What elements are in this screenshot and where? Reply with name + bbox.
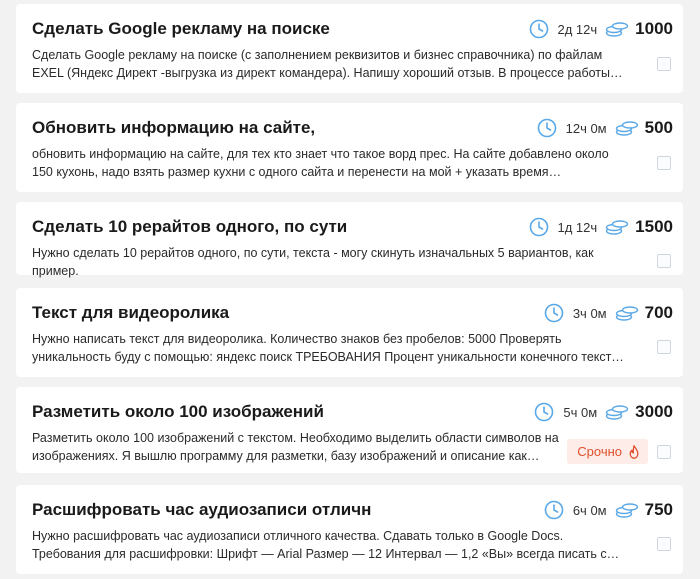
- task-meta: 2д 12ч 1000: [529, 17, 673, 41]
- clock-icon: [529, 217, 548, 237]
- task-checkbox[interactable]: [657, 57, 671, 71]
- task-feed: Сделать Google рекламу на поиске 2д 12ч …: [0, 0, 700, 579]
- clock-icon: [529, 19, 548, 39]
- coins-icon: [605, 220, 629, 235]
- task-price: 700: [644, 303, 673, 322]
- task-description: Нужно расшифровать час аудиозаписи отлич…: [32, 529, 607, 561]
- task-title[interactable]: Текст для видеоролика: [32, 303, 229, 323]
- task-checkbox[interactable]: [657, 340, 671, 354]
- task-checkbox[interactable]: [657, 156, 671, 170]
- task-card[interactable]: Сделать Google рекламу на поиске 2д 12ч …: [16, 4, 683, 93]
- task-meta: 3ч 0м 700: [544, 301, 673, 325]
- task-meta: 1д 12ч 1500: [529, 215, 673, 239]
- task-card[interactable]: Текст для видеоролика 3ч 0м 700 Нужно на…: [16, 288, 683, 377]
- task-checkbox[interactable]: [657, 445, 671, 459]
- task-checkbox[interactable]: [657, 537, 671, 551]
- urgent-badge-label: Срочно: [577, 444, 622, 459]
- task-title[interactable]: Расшифровать час аудиозаписи отличн: [32, 500, 371, 520]
- task-title[interactable]: Сделать Google рекламу на поиске: [32, 19, 330, 39]
- task-price: 750: [644, 500, 673, 519]
- task-duration: 6ч 0м: [572, 502, 607, 518]
- coins-icon: [615, 503, 638, 518]
- task-duration: 2д 12ч: [557, 21, 598, 37]
- task-checkbox[interactable]: [657, 254, 671, 268]
- task-duration: 5ч 0м: [563, 404, 598, 420]
- urgent-badge: Срочно: [567, 439, 648, 464]
- coins-icon: [605, 405, 629, 420]
- coins-icon: [615, 121, 638, 136]
- flame-icon: [629, 444, 639, 459]
- task-price: 500: [644, 118, 673, 137]
- coins-icon: [615, 306, 638, 321]
- task-meta: 12ч 0м 500: [537, 116, 673, 140]
- clock-icon: [535, 402, 554, 422]
- task-title[interactable]: Сделать 10 рерайтов одного, по сути: [32, 217, 347, 237]
- task-meta: 5ч 0м 3000: [534, 400, 673, 424]
- task-card[interactable]: Обновить информацию на сайте, 12ч 0м 500…: [16, 103, 683, 192]
- task-description: Нужно написать текст для видеоролика. Ко…: [32, 332, 619, 364]
- task-price: 1000: [635, 19, 673, 38]
- task-title[interactable]: Разметить около 100 изображений: [32, 402, 324, 422]
- task-card[interactable]: Расшифровать час аудиозаписи отличн 6ч 0…: [16, 485, 683, 574]
- task-description: обновить информацию на сайте, для тех кт…: [32, 147, 609, 179]
- task-price: 1500: [635, 217, 673, 236]
- clock-icon: [537, 118, 556, 138]
- task-description: Сделать Google рекламу на поиске (с запо…: [32, 48, 610, 80]
- coins-icon: [605, 22, 629, 37]
- task-price: 3000: [635, 402, 673, 421]
- task-duration: 12ч 0м: [565, 120, 607, 136]
- task-card[interactable]: Разметить около 100 изображений 5ч 0м 30…: [16, 387, 683, 473]
- task-title[interactable]: Обновить информацию на сайте,: [32, 118, 315, 138]
- task-duration: 1д 12ч: [557, 219, 598, 235]
- task-description: Нужно сделать 10 рерайтов одного, по сут…: [32, 246, 594, 278]
- task-card[interactable]: Сделать 10 рерайтов одного, по сути 1д 1…: [16, 202, 683, 278]
- clock-icon: [544, 500, 564, 520]
- clock-icon: [544, 303, 564, 323]
- task-duration: 3ч 0м: [572, 305, 607, 321]
- task-meta: 6ч 0м 750: [544, 498, 673, 522]
- task-description: Разметить около 100 изображений с тексто…: [32, 431, 559, 463]
